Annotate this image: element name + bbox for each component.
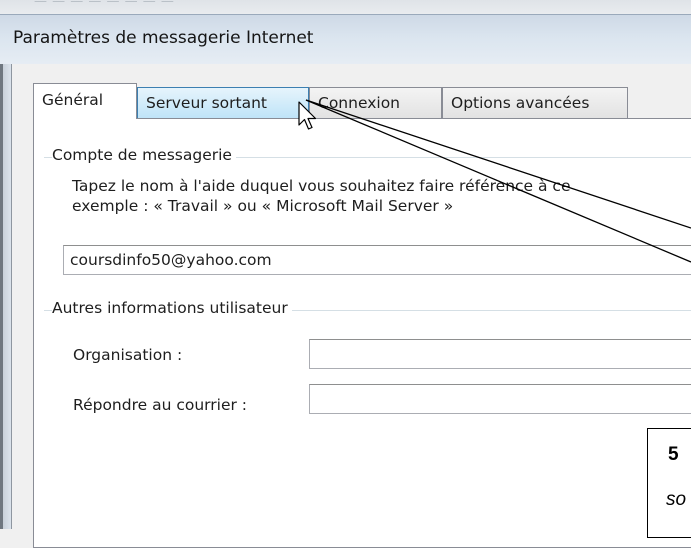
annotation-callout: 5 so — [647, 428, 691, 538]
dialog-title: Paramètres de messagerie Internet — [13, 28, 314, 48]
reply-to-field[interactable] — [309, 384, 691, 414]
account-description-line1: Tapez le nom à l'aide duquel vous souhai… — [72, 177, 571, 195]
account-name-field[interactable] — [63, 245, 691, 275]
account-description-line2: exemple : « Travail » ou « Microsoft Mai… — [72, 197, 454, 215]
organisation-field[interactable] — [309, 339, 691, 369]
callout-text: so — [666, 489, 687, 510]
callout-number: 5 — [668, 444, 679, 465]
tab-advanced-options[interactable]: Options avancées — [442, 87, 628, 118]
tab-connection[interactable]: Connexion — [309, 87, 442, 118]
mouse-pointer-icon — [298, 101, 318, 139]
dialog-titlebar[interactable]: Paramètres de messagerie Internet — [0, 14, 691, 65]
organisation-label: Organisation : — [73, 346, 183, 364]
tab-outgoing-server[interactable]: Serveur sortant — [137, 87, 309, 118]
window-frame-shadow — [0, 64, 3, 529]
background-text-fragment: — — — — — — — — — [34, 0, 175, 9]
account-group-label: Compte de messagerie — [52, 146, 236, 164]
reply-to-label: Répondre au courrier : — [73, 396, 248, 414]
background-window-strip: — — — — — — — — — [0, 0, 691, 14]
tab-general[interactable]: Général — [33, 83, 137, 119]
user-info-group-label: Autres informations utilisateur — [52, 299, 292, 317]
